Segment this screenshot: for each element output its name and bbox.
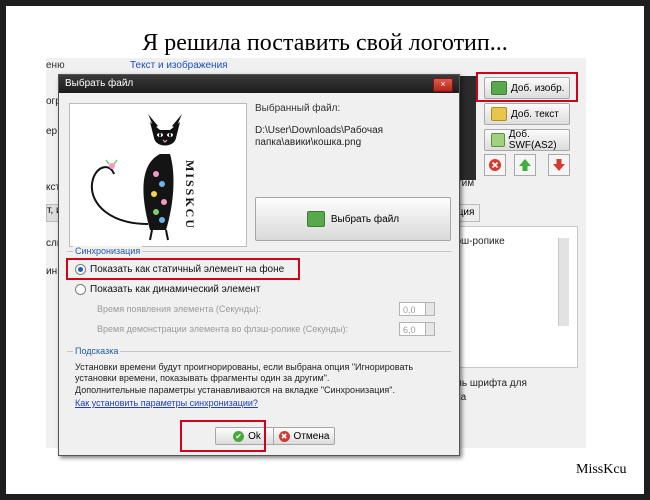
logo-text: MISSKCU <box>183 160 197 230</box>
dialog-title: Выбрать файл <box>65 78 134 89</box>
highlight-add-image <box>476 72 578 102</box>
spinner-arrows-icon[interactable] <box>425 303 434 315</box>
selected-file-path: D:\User\Downloads\Рабочая папка\авики\ко… <box>255 125 384 148</box>
sync-group-title: Синхронизация <box>73 246 143 256</box>
add-swf-button[interactable]: Доб. SWF(AS2) <box>484 129 570 151</box>
add-text-button[interactable]: Доб. текст <box>484 103 570 125</box>
add-text-label: Доб. текст <box>511 108 559 120</box>
close-button[interactable]: × <box>433 78 453 92</box>
cat-logo-image: MISSKCU <box>90 114 197 241</box>
move-down-button[interactable] <box>548 154 570 176</box>
selected-file-label: Выбранный файл: <box>255 103 341 114</box>
cancel-button[interactable]: ✖ Отмена <box>273 427 335 445</box>
radio-dynamic[interactable]: Показать как динамический элемент <box>75 284 260 295</box>
appear-time-value: 0,0 <box>403 305 416 315</box>
hint-text-2: Дополнительные параметры устанавливаются… <box>75 385 395 395</box>
highlight-ok-button <box>180 420 266 452</box>
image-preview: MISSKCU <box>69 103 247 247</box>
tab-text-images[interactable]: Текст и изображения <box>130 60 228 71</box>
show-time-label: Время демонстрации элемента во флэш-роли… <box>97 324 348 334</box>
sync-help-link[interactable]: Как установить параметры синхронизации? <box>75 398 258 408</box>
signature: MissKcu <box>576 462 627 477</box>
right-fragment-3: эш-ропике <box>456 236 505 247</box>
right-fragment-1: гим <box>458 178 475 189</box>
delete-button[interactable] <box>484 154 506 176</box>
left-fragment-2: ер <box>46 126 58 137</box>
arrow-down-icon <box>553 159 565 171</box>
hint-text-1: Установки времени будут проигнорированы,… <box>75 362 414 383</box>
choose-file-icon <box>306 211 325 227</box>
scrollbar[interactable] <box>558 238 569 326</box>
choose-file-button[interactable]: Выбрать файл <box>255 197 451 241</box>
dialog-title-bar[interactable]: Выбрать файл × <box>59 75 459 93</box>
appear-time-label: Время появления элемента (Секунды): <box>97 304 262 314</box>
hint-group-title: Подсказка <box>73 346 121 356</box>
left-fragment-6: ин <box>46 266 58 277</box>
add-text-icon <box>491 107 507 121</box>
radio-dynamic-label: Показать как динамический элемент <box>90 284 261 295</box>
cancel-label: Отмена <box>293 430 330 442</box>
hint-group: Подсказка Установки времени будут проигн… <box>67 346 451 418</box>
right-fragment-4: ль шрифта для <box>456 378 527 389</box>
spinner-arrows-icon[interactable] <box>425 323 434 335</box>
delete-icon <box>489 159 501 171</box>
arrow-up-icon <box>519 159 531 171</box>
cancel-icon: ✖ <box>278 430 290 442</box>
add-swf-label: Доб. SWF(AS2) <box>508 129 557 151</box>
appear-time-spinner[interactable]: 0,0 <box>399 302 435 316</box>
highlight-static-option <box>66 258 300 280</box>
move-up-button[interactable] <box>514 154 536 176</box>
radio-dynamic-dot <box>75 284 86 295</box>
show-time-spinner[interactable]: 6,0 <box>399 322 435 336</box>
add-swf-icon <box>491 133 505 147</box>
choose-file-label: Выбрать файл <box>330 213 400 225</box>
menu-fragment[interactable]: еню <box>46 60 65 71</box>
show-time-value: 6,0 <box>403 325 416 335</box>
headline: Я решила поставить свой логотип... <box>142 30 508 56</box>
